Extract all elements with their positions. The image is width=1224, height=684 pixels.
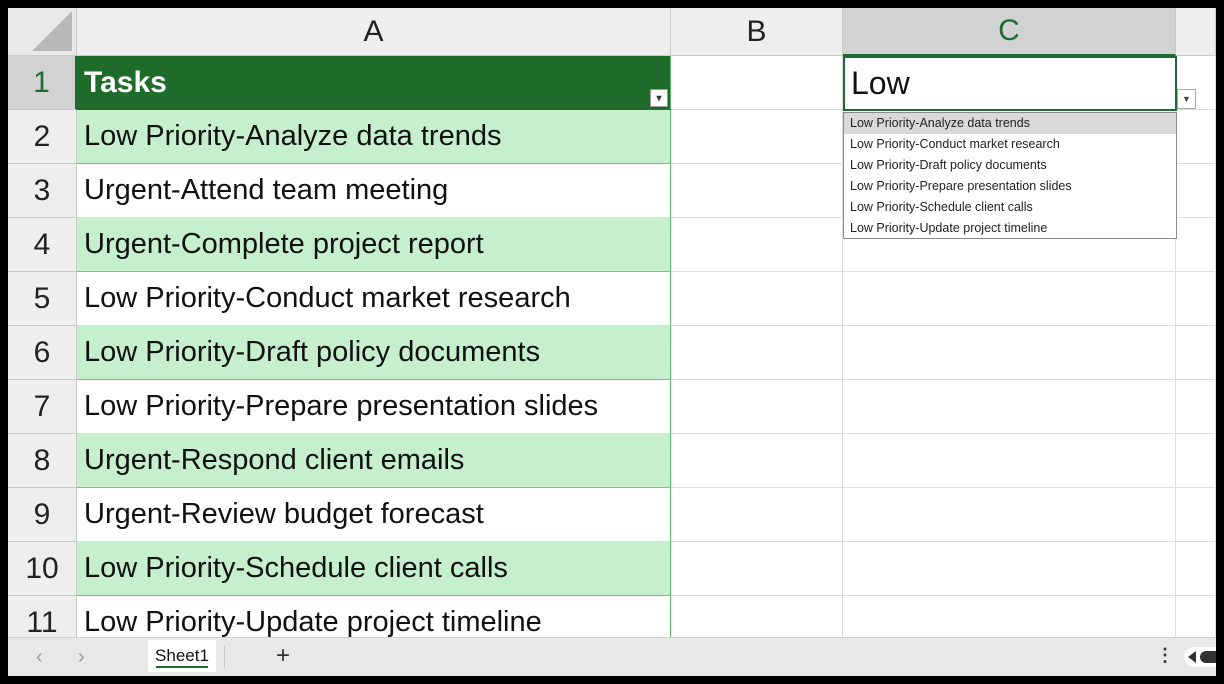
- row-header-5[interactable]: 5: [8, 272, 77, 326]
- task-text: Urgent-Review budget forecast: [84, 498, 484, 530]
- empty-cell[interactable]: [671, 434, 843, 488]
- task-cell[interactable]: Low Priority-Analyze data trends: [77, 110, 671, 164]
- row-header-1[interactable]: 1: [8, 56, 77, 110]
- task-text: Low Priority-Update project timeline: [84, 606, 542, 637]
- scroll-left-icon[interactable]: [1188, 651, 1196, 663]
- empty-cell[interactable]: [1176, 326, 1216, 380]
- spreadsheet-grid: A B C 1 2 3 4 5 6 7 8 9 10 11 Tasks ▾ Low Priority-A…: [8, 8, 1216, 637]
- empty-cell[interactable]: [671, 164, 843, 218]
- spreadsheet-window: A B C 1 2 3 4 5 6 7 8 9 10 11 Tasks ▾ Low Priority-A…: [8, 8, 1216, 676]
- dropdown-option[interactable]: Low Priority-Update project timeline: [844, 218, 1176, 239]
- row-header-10[interactable]: 10: [8, 542, 77, 596]
- autocomplete-dropdown: Low Priority-Analyze data trends Low Prio…: [843, 112, 1177, 239]
- dropdown-option[interactable]: Low Priority-Schedule client calls: [844, 197, 1176, 218]
- empty-cell[interactable]: [671, 218, 843, 272]
- empty-cell[interactable]: [671, 56, 843, 110]
- empty-cell[interactable]: [1176, 380, 1216, 434]
- task-text: Urgent-Attend team meeting: [84, 174, 449, 206]
- empty-cell[interactable]: [671, 272, 843, 326]
- task-cell[interactable]: Low Priority-Update project timeline: [77, 596, 671, 637]
- empty-cell[interactable]: [1176, 218, 1216, 272]
- plus-icon[interactable]: +: [276, 642, 290, 670]
- task-cell[interactable]: Urgent-Review budget forecast: [77, 488, 671, 542]
- empty-cell[interactable]: [671, 110, 843, 164]
- empty-cell[interactable]: [843, 542, 1176, 596]
- empty-cell[interactable]: [1176, 434, 1216, 488]
- dropdown-option[interactable]: Low Priority-Prepare presentation slides: [844, 176, 1176, 197]
- row-header-4[interactable]: 4: [8, 218, 77, 272]
- column-header-b[interactable]: B: [671, 8, 843, 56]
- dropdown-option[interactable]: Low Priority-Conduct market research: [844, 134, 1176, 155]
- task-text: Low Priority-Schedule client calls: [84, 552, 508, 584]
- task-cell[interactable]: Low Priority-Schedule client calls: [77, 542, 671, 596]
- empty-cell[interactable]: [843, 596, 1176, 637]
- task-cell[interactable]: Low Priority-Conduct market research: [77, 272, 671, 326]
- empty-cell[interactable]: [671, 488, 843, 542]
- header-cell-tasks[interactable]: Tasks ▾: [77, 56, 671, 110]
- empty-cell[interactable]: [671, 542, 843, 596]
- task-cell[interactable]: Low Priority-Prepare presentation slides: [77, 380, 671, 434]
- row-header-11[interactable]: 11: [8, 596, 77, 637]
- row-header-8[interactable]: 8: [8, 434, 77, 488]
- task-text: Urgent-Respond client emails: [84, 444, 465, 476]
- horizontal-scrollbar[interactable]: [1184, 647, 1216, 667]
- task-text: Low Priority-Draft policy documents: [84, 336, 541, 368]
- select-all-triangle-icon: [32, 11, 72, 51]
- empty-cell[interactable]: [843, 434, 1176, 488]
- scroll-thumb[interactable]: [1200, 651, 1216, 663]
- sheet-tab-bar: ‹ › Sheet1 + ⋮: [8, 637, 1216, 676]
- empty-cell[interactable]: [671, 596, 843, 637]
- tab-divider: [224, 646, 225, 668]
- row-header-2[interactable]: 2: [8, 110, 77, 164]
- active-cell-value: Low: [851, 65, 910, 101]
- empty-cell[interactable]: [1176, 542, 1216, 596]
- task-cell[interactable]: Low Priority-Draft policy documents: [77, 326, 671, 380]
- column-header-a[interactable]: A: [77, 8, 671, 56]
- sheet-tab-label: Sheet1: [155, 646, 209, 665]
- empty-cell[interactable]: [843, 488, 1176, 542]
- row-header-6[interactable]: 6: [8, 326, 77, 380]
- sheet-tab-sheet1[interactable]: Sheet1: [148, 640, 216, 672]
- more-vertical-icon[interactable]: ⋮: [1156, 645, 1174, 666]
- empty-cell[interactable]: [671, 326, 843, 380]
- task-text: Low Priority-Prepare presentation slides: [84, 390, 599, 422]
- active-tab-underline: [156, 666, 208, 668]
- row-header-3[interactable]: 3: [8, 164, 77, 218]
- empty-cell[interactable]: [671, 380, 843, 434]
- row-header-7[interactable]: 7: [8, 380, 77, 434]
- select-all-corner[interactable]: [8, 8, 77, 56]
- empty-cell[interactable]: [1176, 272, 1216, 326]
- dropdown-arrow-icon[interactable]: ▼: [1177, 89, 1196, 109]
- dropdown-option[interactable]: Low Priority-Analyze data trends: [844, 113, 1176, 134]
- chevron-left-icon[interactable]: ‹: [36, 646, 43, 669]
- task-cell[interactable]: Urgent-Complete project report: [77, 218, 671, 272]
- task-cell[interactable]: Urgent-Attend team meeting: [77, 164, 671, 218]
- header-cell-label: Tasks: [84, 65, 167, 99]
- active-cell-c1[interactable]: Low: [843, 56, 1177, 111]
- column-header-d[interactable]: [1176, 8, 1216, 56]
- empty-cell[interactable]: [1176, 164, 1216, 218]
- task-text: Urgent-Complete project report: [84, 228, 484, 260]
- filter-sort-icon[interactable]: ▾: [650, 89, 668, 107]
- empty-cell[interactable]: [1176, 110, 1216, 164]
- task-cell[interactable]: Urgent-Respond client emails: [77, 434, 671, 488]
- empty-cell[interactable]: [843, 272, 1176, 326]
- empty-cell[interactable]: [843, 326, 1176, 380]
- empty-cell[interactable]: [1176, 488, 1216, 542]
- row-header-9[interactable]: 9: [8, 488, 77, 542]
- empty-cell[interactable]: [843, 380, 1176, 434]
- empty-cell[interactable]: [1176, 596, 1216, 637]
- column-header-c[interactable]: C: [843, 8, 1176, 56]
- dropdown-option[interactable]: Low Priority-Draft policy documents: [844, 155, 1176, 176]
- task-text: Low Priority-Conduct market research: [84, 282, 571, 314]
- chevron-right-icon[interactable]: ›: [78, 646, 85, 669]
- task-text: Low Priority-Analyze data trends: [84, 120, 502, 152]
